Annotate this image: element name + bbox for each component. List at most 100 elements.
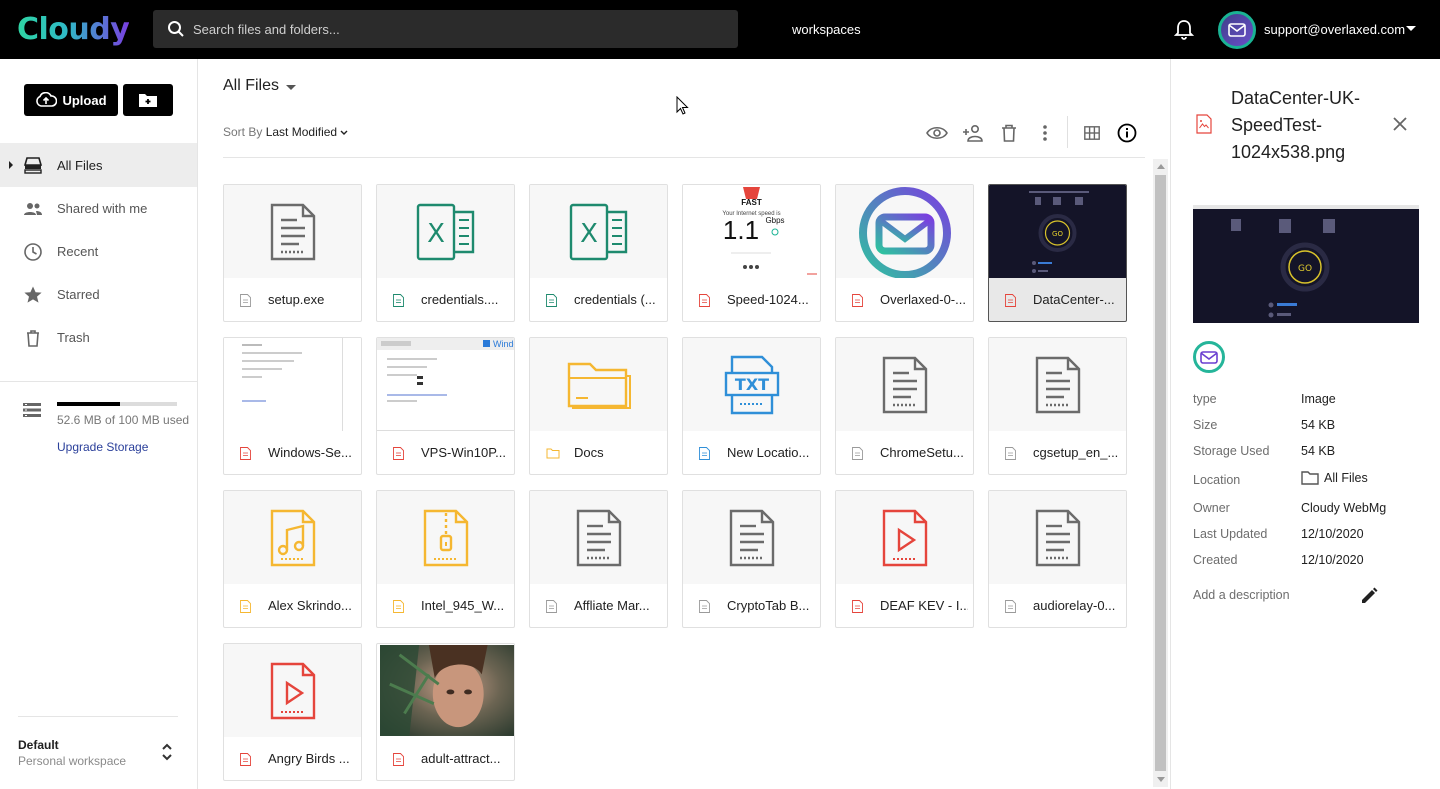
file-type-icon [546, 600, 557, 613]
file-name: Windows-Se... [268, 445, 352, 460]
trash-icon [27, 330, 39, 347]
file-name: DEAF KEV - I... [880, 598, 968, 613]
file-name: cgsetup_en_... [1033, 445, 1119, 460]
file-card[interactable]: Alex Skrindo... [223, 490, 362, 628]
file-card-footer: Alex Skrindo... [224, 584, 361, 627]
file-card[interactable]: Docs [529, 337, 668, 475]
unfold-icon[interactable] [161, 742, 173, 762]
upload-label: Upload [62, 92, 107, 108]
sidebar-item-recent[interactable]: Recent [0, 230, 197, 273]
location-link[interactable]: All Files [1301, 471, 1368, 485]
user-email[interactable]: support@overlaxed.com [1264, 22, 1405, 37]
file-card[interactable]: GO DataCenter-... [988, 184, 1127, 322]
sidebar-item-all-files[interactable]: All Files [0, 143, 197, 187]
file-name: VPS-Win10P... [421, 445, 507, 460]
workspace-name[interactable]: Default [18, 738, 59, 752]
file-card[interactable]: Windows-Se... [223, 337, 362, 475]
chevron-down-icon [340, 130, 348, 135]
scroll-up-arrow[interactable] [1157, 164, 1165, 169]
close-icon[interactable] [1393, 117, 1407, 131]
chevron-down-icon[interactable] [1406, 26, 1416, 31]
delete-icon[interactable] [997, 121, 1021, 145]
document-icon [836, 338, 973, 431]
file-card[interactable]: setup.exe [223, 184, 362, 322]
scroll-down-arrow[interactable] [1157, 777, 1165, 782]
file-name: Overlaxed-0-... [880, 292, 966, 307]
file-card-footer: credentials (... [530, 278, 667, 321]
file-card[interactable]: Overlaxed-0-... [835, 184, 974, 322]
file-card[interactable]: DEAF KEV - I... [835, 490, 974, 628]
divider [0, 381, 197, 382]
file-name: Angry Birds ... [268, 751, 350, 766]
more-vert-icon[interactable] [1033, 121, 1057, 145]
file-name: Affliate Mar... [574, 598, 650, 613]
add-person-icon[interactable] [961, 121, 985, 145]
bell-icon[interactable] [1173, 19, 1195, 44]
file-card-footer: Speed-1024... [683, 278, 820, 321]
divider [18, 716, 178, 717]
file-name: Intel_945_W... [421, 598, 505, 613]
people-icon [24, 203, 42, 215]
scrollbar-thumb[interactable] [1155, 175, 1166, 771]
location-label: All Files [1324, 471, 1368, 485]
sort-control[interactable]: Sort By Last Modified [223, 125, 348, 139]
breadcrumb[interactable]: All Files [223, 77, 297, 95]
file-type-icon [393, 753, 404, 766]
workspace-subtitle: Personal workspace [18, 754, 127, 768]
file-card[interactable]: adult-attract... [376, 643, 515, 781]
edit-pencil-icon[interactable] [1360, 587, 1378, 605]
file-card[interactable]: Affliate Mar... [529, 490, 668, 628]
file-card[interactable]: Windo VPS-Win10P... [376, 337, 515, 475]
file-card-footer: Overlaxed-0-... [836, 278, 973, 321]
add-description-field[interactable]: Add a description [1193, 588, 1290, 602]
file-card[interactable]: CryptoTab B... [682, 490, 821, 628]
file-card[interactable]: FAST Your Internet speed is 1.1 Gbps Speed-1… [682, 184, 821, 322]
file-card[interactable]: ChromeSetu... [835, 337, 974, 475]
sidebar-item-starred[interactable]: Starred [0, 273, 197, 316]
file-type-icon [546, 294, 557, 307]
svg-text:TXT: TXT [734, 375, 768, 394]
eye-icon[interactable] [925, 121, 949, 145]
sort-value: Last Modified [265, 125, 338, 139]
svg-text:Windo: Windo [493, 339, 514, 349]
file-card[interactable]: cgsetup_en_... [988, 337, 1127, 475]
file-card[interactable]: Xcredentials (... [529, 184, 668, 322]
file-card[interactable]: Angry Birds ... [223, 643, 362, 781]
file-card-footer: cgsetup_en_... [989, 431, 1126, 474]
search-bar [153, 10, 738, 48]
svg-text:FAST: FAST [741, 198, 762, 207]
file-card[interactable]: audiorelay-0... [988, 490, 1127, 628]
file-card[interactable]: Intel_945_W... [376, 490, 515, 628]
file-card-footer: DEAF KEV - I... [836, 584, 973, 627]
info-icon[interactable] [1115, 121, 1139, 145]
audio-file-icon [224, 491, 361, 584]
new-folder-button[interactable] [123, 84, 173, 116]
file-type-icon [699, 294, 710, 307]
file-card-footer: credentials.... [377, 278, 514, 321]
upload-button[interactable]: Upload [24, 84, 118, 116]
file-card[interactable]: TXT New Locatio... [682, 337, 821, 475]
excel-icon: X [377, 185, 514, 278]
grid-view-icon[interactable] [1080, 121, 1104, 145]
video-file-icon [224, 644, 361, 737]
detail-key: Owner [1193, 501, 1230, 515]
file-type-icon [1005, 294, 1016, 307]
document-icon [530, 491, 667, 584]
storage-progress-bar [57, 402, 177, 406]
workspaces-link[interactable]: workspaces [792, 22, 861, 37]
detail-key: Storage Used [1193, 444, 1270, 458]
upgrade-storage-link[interactable]: Upgrade Storage [57, 440, 148, 454]
scrollbar[interactable] [1153, 159, 1168, 787]
file-type-icon [1005, 447, 1016, 460]
svg-text:X: X [427, 219, 445, 249]
file-card[interactable]: Xcredentials.... [376, 184, 515, 322]
sidebar-item-shared[interactable]: Shared with me [0, 187, 197, 230]
logo[interactable]: Cloudy [17, 12, 130, 47]
file-type-icon [393, 447, 404, 460]
sort-prefix: Sort By [223, 125, 263, 139]
user-avatar[interactable] [1218, 11, 1256, 49]
search-input[interactable] [193, 10, 723, 48]
go-button-text: GO [1298, 264, 1312, 274]
file-type-icon [240, 447, 251, 460]
sidebar-item-trash[interactable]: Trash [0, 316, 197, 359]
